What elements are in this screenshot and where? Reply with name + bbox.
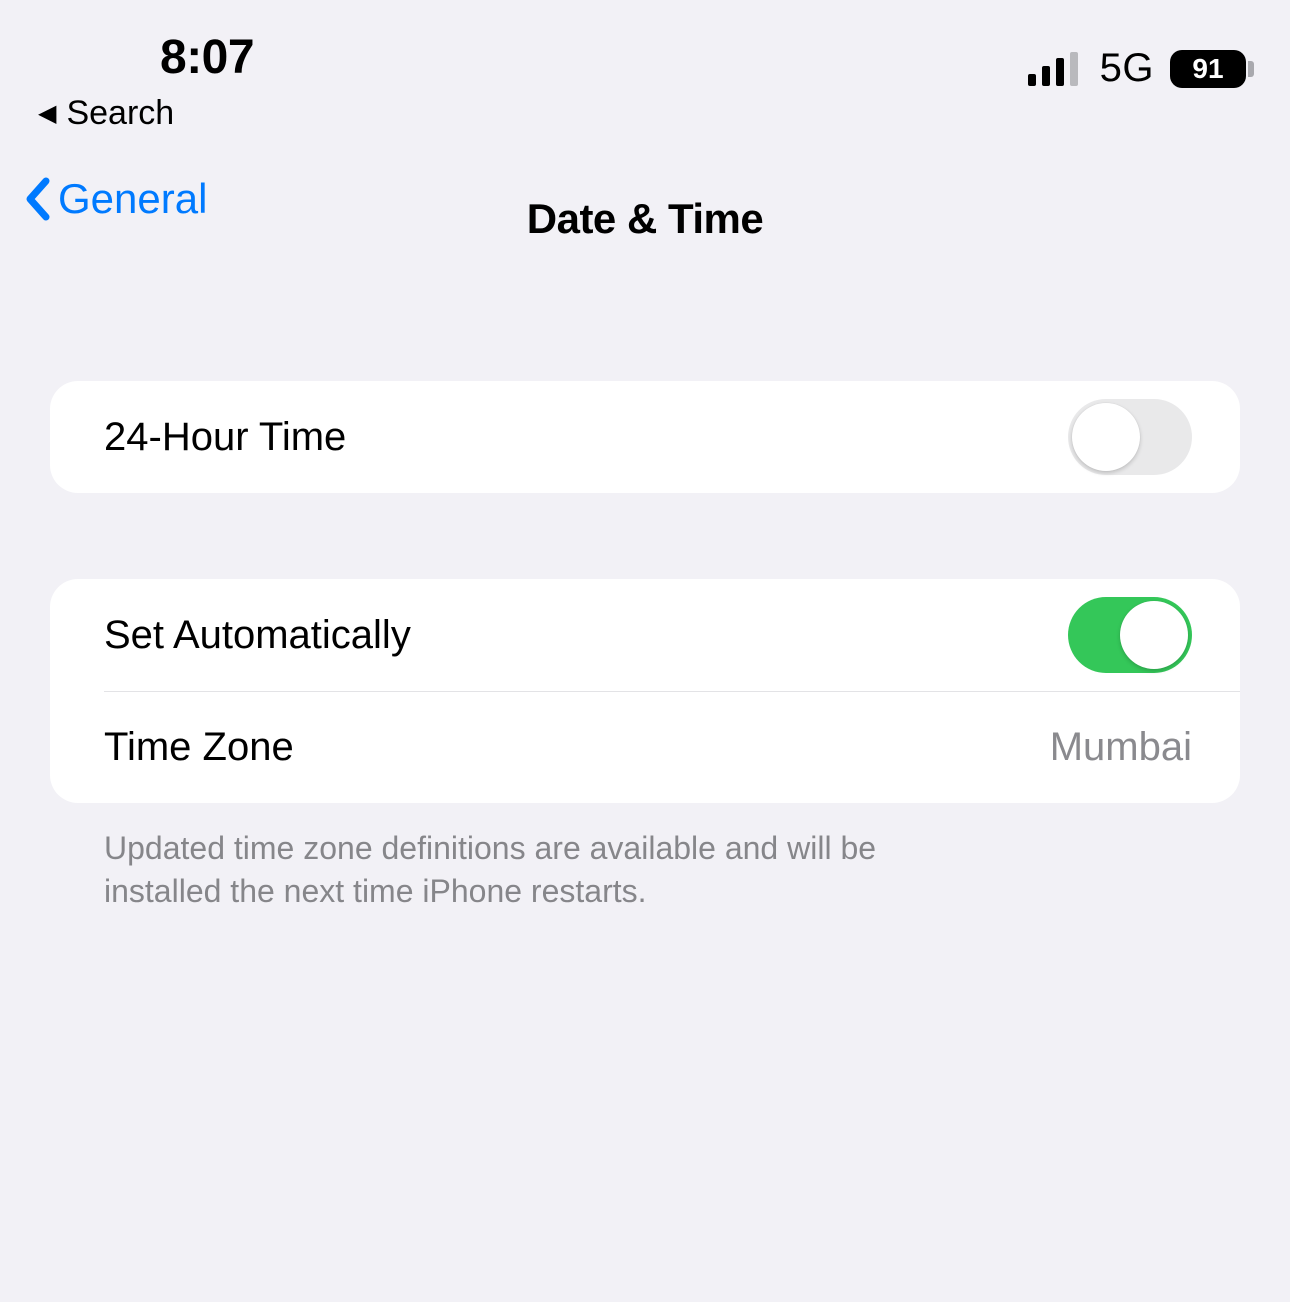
row-label: Set Automatically [104,613,411,658]
toggle-24-hour-time[interactable] [1068,399,1192,475]
section-footer-note: Updated time zone definitions are availa… [104,827,924,913]
caret-left-icon: ◀ [38,99,56,128]
row-time-zone[interactable]: Time Zone Mumbai [104,691,1240,803]
status-time: 8:07 [160,30,254,85]
toggle-knob [1120,601,1188,669]
row-label: Time Zone [104,725,294,770]
settings-group-time-format: 24-Hour Time [50,381,1240,493]
cellular-signal-icon [1028,52,1084,86]
chevron-left-icon [22,175,54,223]
status-bar: 8:07 5G 91 [0,0,1290,88]
status-right-cluster: 5G 91 [1028,46,1246,91]
network-type: 5G [1100,46,1154,91]
time-zone-value: Mumbai [1050,725,1192,770]
settings-group-auto: Set Automatically Time Zone Mumbai [50,579,1240,803]
toggle-set-automatically[interactable] [1068,597,1192,673]
navigation-bar: General Date & Time [0,175,1290,263]
back-button[interactable]: General [22,175,207,223]
row-24-hour-time: 24-Hour Time [50,381,1240,493]
row-label: 24-Hour Time [104,415,346,460]
row-set-automatically: Set Automatically [50,579,1240,691]
back-to-app-breadcrumb[interactable]: ◀ Search [0,88,1290,133]
battery-percent: 91 [1192,53,1223,85]
breadcrumb-label: Search [66,94,174,133]
back-button-label: General [58,175,207,223]
battery-indicator: 91 [1170,50,1246,88]
toggle-knob [1072,403,1140,471]
